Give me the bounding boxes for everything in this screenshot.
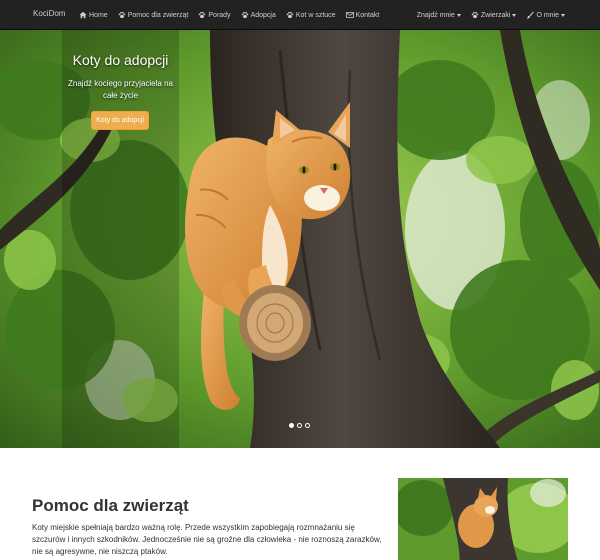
nav-item-adopcja[interactable]: Adopcja: [236, 0, 281, 30]
adoption-button[interactable]: Koty do adopcji: [91, 111, 149, 130]
carousel-indicator-3[interactable]: [305, 423, 310, 428]
caret-down-icon: [512, 13, 517, 17]
nav-item-kontakt[interactable]: Kontakt: [341, 0, 385, 30]
brand-link[interactable]: KociDom: [33, 9, 65, 18]
paw-icon: [471, 11, 479, 19]
nav-item-label: Porady: [208, 11, 231, 19]
carousel-indicators: [289, 423, 310, 428]
dropdown-znajdz-mnie[interactable]: Znajdź mnie: [412, 0, 466, 30]
dropdown-label: Znajdź mnie: [416, 11, 455, 19]
dropdown-o-mnie[interactable]: O mnie: [521, 0, 570, 30]
brush-icon: [526, 11, 535, 19]
navbar: KociDom Home Pomoc dla zwierząt Porady A…: [0, 0, 600, 30]
nav-item-label: Kontakt: [355, 11, 380, 19]
dropdown-label: O mnie: [536, 11, 559, 19]
hero-title: Koty do adopcji: [72, 52, 169, 68]
paw-icon: [241, 11, 248, 19]
carousel-indicator-1[interactable]: [289, 423, 294, 428]
nav-item-pomoc[interactable]: Pomoc dla zwierząt: [113, 0, 194, 30]
nav-item-porady[interactable]: Porady: [193, 0, 235, 30]
dropdown-zwierzaki[interactable]: Zwierzaki: [466, 0, 522, 30]
nav-left: Home Pomoc dla zwierząt Porady Adopcja K…: [74, 0, 384, 30]
carousel-indicator-2[interactable]: [297, 423, 302, 428]
nav-item-label: Kot w sztuce: [295, 11, 336, 19]
section-text: Koty miejskie spełniają bardzo ważną rol…: [32, 523, 382, 556]
home-icon: [79, 11, 87, 19]
paw-icon: [286, 11, 294, 19]
hero-carousel[interactable]: Koty do adopcji Znajdź kociego przyjacie…: [0, 30, 600, 448]
nav-item-kot-w-sztuce[interactable]: Kot w sztuce: [281, 0, 341, 30]
nav-item-label: Home: [89, 11, 108, 19]
nav-item-home[interactable]: Home: [74, 0, 113, 30]
nav-right: Znajdź mnie Zwierzaki O mnie: [412, 0, 570, 30]
envelope-icon: [345, 12, 354, 18]
dropdown-label: Zwierzaki: [480, 11, 511, 19]
nav-item-label: Pomoc dla zwierząt: [127, 11, 189, 19]
paw-icon: [199, 11, 206, 19]
caret-down-icon: [456, 13, 461, 17]
section-title: Pomoc dla zwierząt: [32, 496, 189, 515]
nav-item-label: Adopcja: [250, 11, 276, 19]
section-image: [398, 478, 568, 560]
paw-icon: [118, 11, 125, 19]
hero-subtitle: Znajdź kociego przyjaciela na całe życie: [68, 79, 173, 100]
caret-down-icon: [561, 13, 565, 17]
